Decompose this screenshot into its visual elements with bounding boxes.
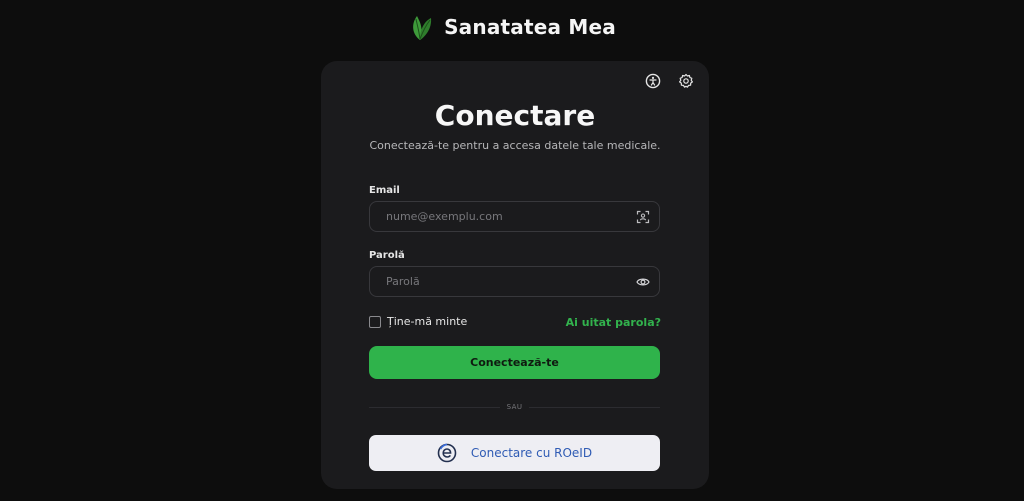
remember-me[interactable]: Ține-mă minte bbox=[369, 315, 467, 328]
login-card: Conectare Conectează-te pentru a accesa … bbox=[321, 61, 709, 489]
roeid-label: Conectare cu ROeID bbox=[470, 446, 593, 460]
divider-line-right bbox=[529, 406, 660, 408]
remember-label: Ține-mă minte bbox=[387, 315, 468, 328]
page-title: Conectare bbox=[434, 99, 596, 132]
email-field bbox=[369, 201, 660, 232]
brand-header: Sanatatea Mea bbox=[0, 12, 1024, 42]
email-input[interactable] bbox=[370, 202, 636, 231]
roeid-login-button[interactable]: Conectare cu ROeID bbox=[369, 435, 660, 471]
roeid-logo-icon bbox=[437, 443, 457, 463]
remember-checkbox[interactable] bbox=[369, 315, 381, 328]
scan-icon[interactable] bbox=[636, 210, 650, 224]
card-toolbar bbox=[645, 73, 694, 89]
password-field bbox=[369, 266, 660, 297]
accessibility-icon[interactable] bbox=[645, 73, 661, 89]
gear-icon[interactable] bbox=[678, 73, 694, 89]
password-input[interactable] bbox=[370, 267, 636, 296]
email-label: Email bbox=[369, 185, 400, 196]
forgot-password-link[interactable]: Ai uitat parola? bbox=[566, 316, 661, 329]
password-label: Parolă bbox=[369, 250, 405, 261]
page-subtitle: Conectează-te pentru a accesa datele tal… bbox=[369, 139, 661, 152]
eye-icon[interactable] bbox=[636, 275, 650, 289]
divider-line-left bbox=[369, 406, 500, 408]
or-divider: SAU bbox=[369, 401, 660, 413]
leaf-icon bbox=[408, 12, 434, 42]
brand-name: Sanatatea Mea bbox=[444, 15, 616, 39]
divider-text: SAU bbox=[506, 403, 523, 411]
login-button[interactable]: Conectează-te bbox=[369, 346, 660, 379]
